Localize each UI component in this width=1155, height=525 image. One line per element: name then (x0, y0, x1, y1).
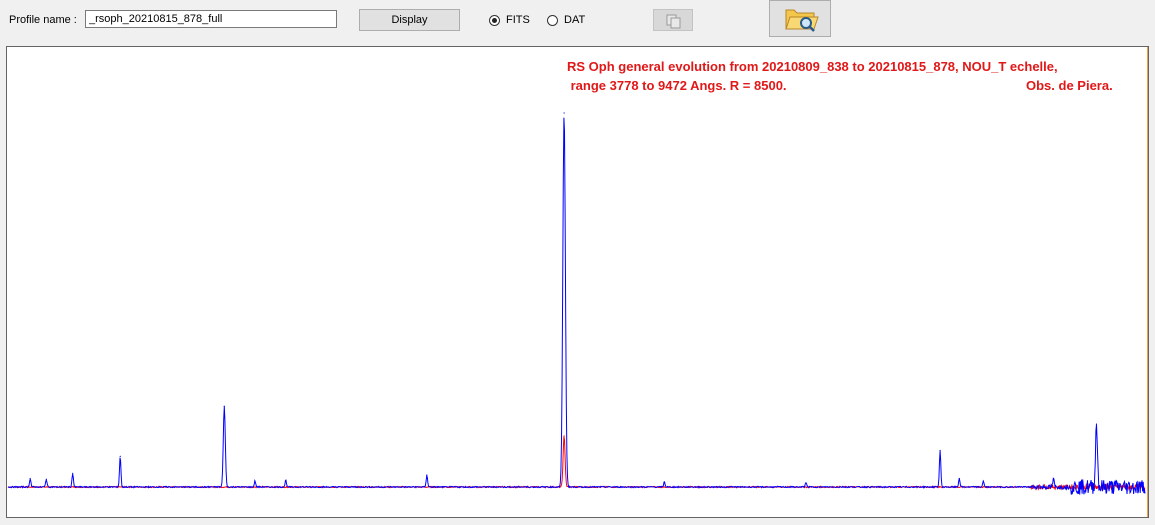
peak-point-new-0 (29, 477, 31, 480)
peak-point-new-15 (1095, 423, 1098, 425)
folder-search-icon (785, 9, 819, 32)
plot-annotation-observatory: Obs. de Piera. (1026, 78, 1113, 93)
peak-point-new-7 (426, 474, 428, 476)
copy-button[interactable] (653, 9, 693, 31)
plot-right-edge (1147, 47, 1148, 517)
peak-point-new-4 (223, 405, 225, 407)
toolbar: Profile name : Display FITS DAT (0, 0, 1155, 44)
peak-point-new-1 (45, 478, 47, 480)
peak-point-new-2 (72, 472, 74, 474)
series-line-new-profile (7, 117, 1146, 495)
peak-point-new-3 (119, 455, 121, 457)
peak-point-old-0 (563, 435, 565, 437)
peak-point-new-10 (805, 482, 807, 484)
dat-radio-indicator[interactable] (547, 14, 558, 26)
fits-radio-label: FITS (506, 14, 530, 26)
profile-name-input[interactable] (85, 10, 337, 28)
peak-point-new-12 (958, 477, 960, 480)
series-line-old-profile (7, 436, 1146, 492)
peak-point-new-5 (254, 480, 256, 482)
display-button[interactable]: Display (359, 9, 460, 31)
peak-point-new-9 (663, 481, 665, 483)
spectrum-plot[interactable]: RS Oph general evolution from 20210809_8… (6, 46, 1149, 518)
fits-radio[interactable]: FITS (489, 12, 530, 28)
peak-point-new-13 (982, 480, 984, 482)
peak-point-new-11 (939, 449, 941, 452)
dat-radio[interactable]: DAT (547, 12, 585, 28)
open-folder-button[interactable] (769, 0, 831, 37)
peak-point-new-14 (1052, 478, 1055, 480)
plot-annotation-line1: RS Oph general evolution from 20210809_8… (567, 59, 1058, 74)
fits-radio-indicator[interactable] (489, 14, 500, 26)
spectrum-chart (7, 112, 1146, 495)
peak-point-new-6 (285, 479, 287, 481)
peak-point-new-8 (563, 112, 565, 114)
plot-annotation-line2: range 3778 to 9472 Angs. R = 8500. (567, 78, 787, 93)
copy-icon (666, 14, 681, 29)
profile-name-label: Profile name : (9, 14, 77, 26)
dat-radio-label: DAT (564, 14, 586, 26)
